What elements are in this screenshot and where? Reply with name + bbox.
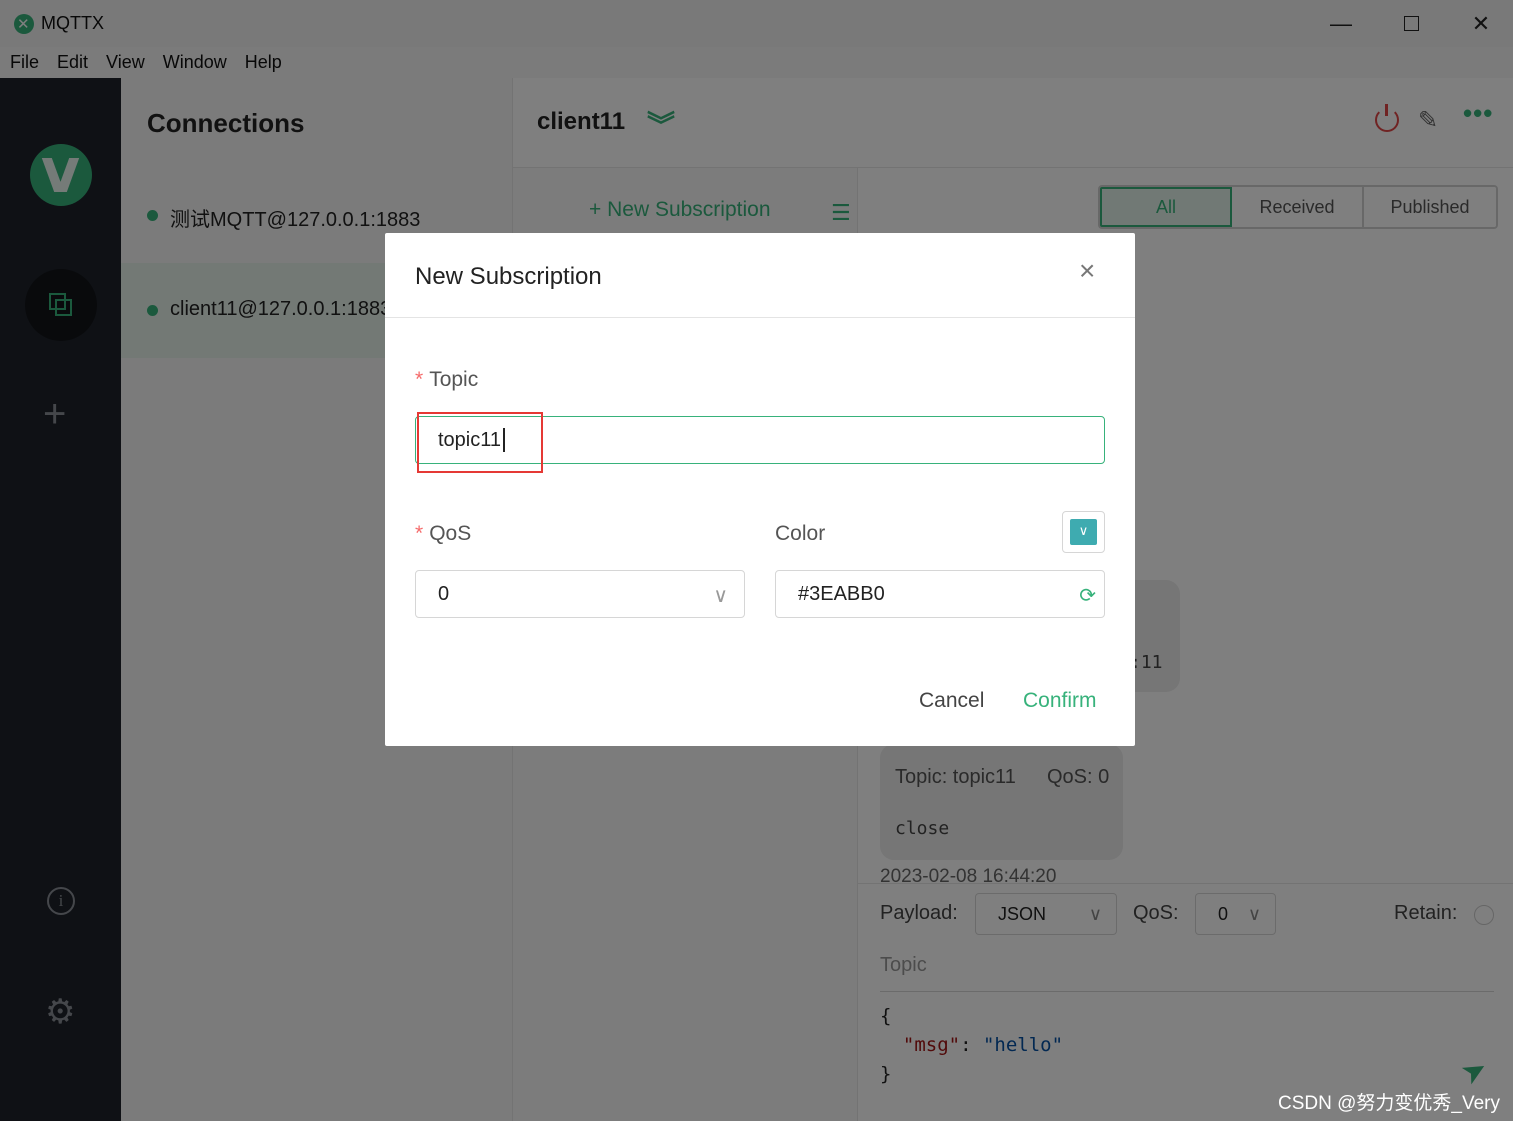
watermark-text: CSDN @努力变优秀_Very <box>1278 1093 1500 1114</box>
chevron-down-icon: ∨ <box>1070 519 1097 545</box>
qos-select[interactable]: 0 ∨ <box>415 570 745 618</box>
new-subscription-dialog: New Subscription × * Topic topic11 * QoS 0… <box>385 233 1135 746</box>
color-input-value: #3EABB0 <box>798 582 885 605</box>
qos-label-text: QoS <box>429 522 472 545</box>
app-window: MQTTX — ✕ File Edit View Window Help + i… <box>0 0 1513 1121</box>
refresh-icon[interactable]: ⟳ <box>1079 583 1096 608</box>
dialog-header: New Subscription × <box>385 233 1135 318</box>
topic-label: * Topic <box>415 368 478 392</box>
topic-label-text: Topic <box>429 368 479 391</box>
qos-label: * QoS <box>415 522 471 546</box>
dialog-close-icon[interactable]: × <box>1079 257 1095 285</box>
color-picker-button[interactable]: ∨ <box>1062 511 1105 553</box>
confirm-button[interactable]: Confirm <box>1023 689 1097 713</box>
chevron-down-icon: ∨ <box>713 585 728 607</box>
dialog-title: New Subscription <box>415 263 602 290</box>
annotation-highlight-box <box>417 412 543 473</box>
required-mark: * <box>415 368 424 391</box>
color-label: Color <box>775 522 826 545</box>
required-mark: * <box>415 522 424 545</box>
color-input[interactable]: #3EABB0 ⟳ <box>775 570 1105 618</box>
qos-select-value: 0 <box>438 582 450 605</box>
cancel-button[interactable]: Cancel <box>919 689 984 713</box>
